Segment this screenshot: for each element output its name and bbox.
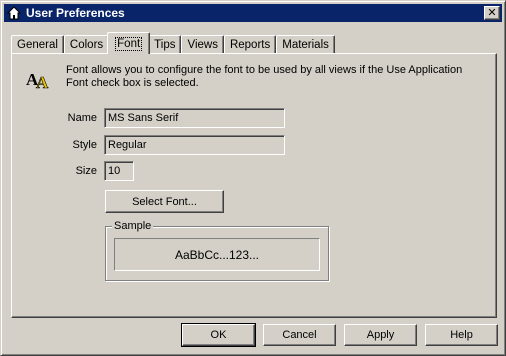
close-icon: ✕ [487,6,497,19]
font-aa-icon: A A [25,67,55,92]
size-label: Size [75,165,97,177]
house-gear-icon [6,5,22,21]
font-size-field: 10 [104,161,134,181]
tab-reports[interactable]: Reports [223,35,277,54]
tab-font[interactable]: Font [107,32,151,54]
name-label: Name [67,112,97,124]
tab-materials[interactable]: Materials [276,35,335,54]
style-label: Style [72,139,97,151]
tab-colors[interactable]: Colors [63,35,110,54]
ok-button[interactable]: OK [181,323,256,347]
tab-strip: General Colors Font Tips Views Reports M… [11,32,335,54]
close-button[interactable]: ✕ [484,6,500,20]
tab-general[interactable]: General [11,35,64,54]
help-button[interactable]: Help [425,324,498,346]
user-preferences-dialog: User Preferences ✕ General Colors Font T… [0,0,506,356]
font-name-field: MS Sans Serif [104,108,285,128]
window-title: User Preferences [26,6,125,20]
font-description: Font allows you to configure the font to… [66,64,463,89]
cancel-button[interactable]: Cancel [263,324,336,346]
title-bar[interactable]: User Preferences ✕ [4,4,502,22]
sample-group-label: Sample [112,220,154,232]
apply-button[interactable]: Apply [344,324,417,346]
tab-views[interactable]: Views [181,35,224,54]
font-style-field: Regular [104,135,285,155]
svg-text:A: A [36,73,49,91]
tab-tips[interactable]: Tips [148,35,182,54]
sample-preview: AaBbCc...123... [114,238,320,271]
select-font-button[interactable]: Select Font... [105,190,224,213]
